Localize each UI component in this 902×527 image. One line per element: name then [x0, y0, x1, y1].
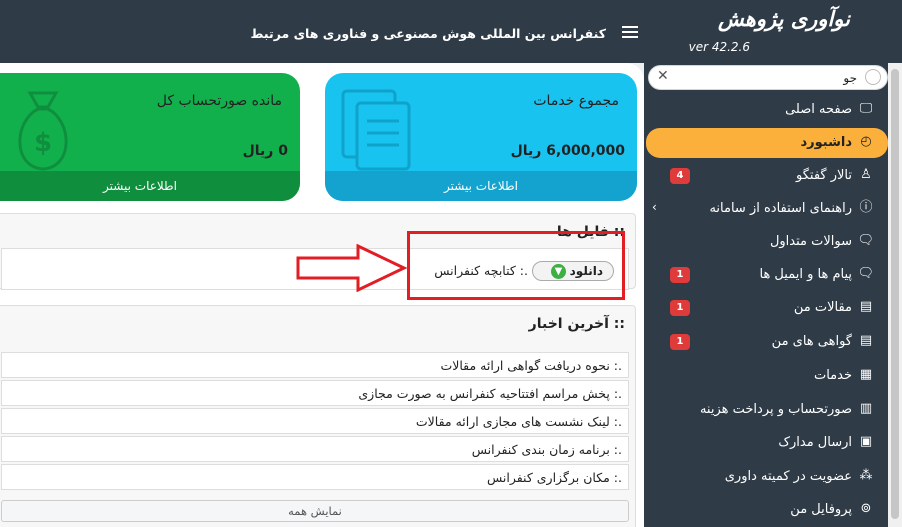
sidebar-item-label: صفحه اصلی: [785, 102, 852, 117]
top-bar: نوآوری پژوهش ver 42.2.6 کنفرانس بین المل…: [0, 0, 902, 63]
news-item-text[interactable]: .: مکان برگزاری کنفرانس: [487, 470, 622, 485]
arrow-annotation-icon: [296, 244, 408, 292]
sidebar-scrollbar[interactable]: [888, 63, 902, 527]
info-icon: ⓘ: [859, 200, 873, 215]
document-icon: ▤: [859, 299, 873, 314]
sidebar-item-label: راهنمای استفاده از سامانه: [709, 201, 852, 216]
news-item[interactable]: .: مکان برگزاری کنفرانس: [1, 464, 629, 490]
balance-title: مانده صورتحساب کل: [156, 93, 282, 109]
sidebar-item-services[interactable]: ▦ خدمات: [646, 361, 888, 391]
invoice-icon: ▥: [859, 401, 873, 416]
sidebar-item-label: خدمات: [813, 368, 852, 383]
sidebar-item-invoice[interactable]: ▥ صورتحساب و پرداخت هزینه: [646, 395, 888, 425]
balance-value: 0 ریال: [242, 143, 288, 159]
sidebar-item-committee[interactable]: ⁂ عضویت در کمیته داوری: [646, 462, 888, 492]
services-total-value: 6,000,000 ریال: [510, 143, 625, 159]
sidebar-item-label: داشبورد: [800, 135, 852, 150]
notification-badge: 1: [670, 300, 690, 316]
sidebar-search: ✕: [648, 65, 888, 90]
user-icon: ♙: [860, 167, 872, 182]
sidebar-item-label: عضویت در کمیته داوری: [724, 469, 852, 484]
sidebar-item-my-papers[interactable]: ▤ مقالات من 1: [646, 293, 888, 323]
sidebar-item-faq[interactable]: 🗨 سوالات متداول: [646, 227, 888, 257]
sidebar-item-certificates[interactable]: ▤ گواهی های من 1: [646, 327, 888, 357]
sidebar-item-messages[interactable]: 🗨 پیام ها و ایمیل ها 1: [646, 260, 888, 290]
balance-card: $ مانده صورتحساب کل 0 ریال اطلاعات بیشتر: [0, 73, 300, 201]
news-item-text[interactable]: .: پخش مراسم افتتاحیه کنفرانس به صورت مج…: [358, 386, 622, 401]
balance-more-info-link[interactable]: اطلاعات بیشتر: [0, 171, 300, 201]
notification-badge: 1: [670, 267, 690, 283]
dashboard-icon: ◴: [860, 134, 872, 149]
highlight-box: [407, 231, 625, 300]
services-total-card: مجموع خدمات 6,000,000 ریال اطلاعات بیشتر: [325, 73, 637, 201]
close-icon[interactable]: ✕: [657, 68, 669, 84]
upload-icon: ▣: [859, 434, 873, 449]
news-item[interactable]: .: برنامه زمان بندی کنفرانس: [1, 436, 629, 462]
documents-icon: [341, 89, 411, 171]
notification-badge: 4: [670, 168, 690, 184]
news-item[interactable]: .: پخش مراسم افتتاحیه کنفرانس به صورت مج…: [1, 380, 629, 406]
monitor-icon: 🖵: [859, 101, 873, 116]
show-all-button[interactable]: نمایش همه: [1, 500, 629, 522]
profile-icon: ⊚: [860, 501, 872, 516]
news-item-text[interactable]: .: لینک نشست های مجازی ارائه مقالات: [416, 414, 622, 429]
money-bag-icon: $: [18, 91, 68, 171]
services-icon: ▦: [859, 367, 873, 382]
sidebar-item-label: پیام ها و ایمیل ها: [759, 267, 852, 282]
sidebar-item-forum[interactable]: ♙ تالار گفتگو 4: [646, 161, 888, 191]
chat-icon: 🗨: [857, 233, 874, 248]
scrollbar-thumb[interactable]: [891, 69, 899, 519]
news-panel: :: آخرین اخبار .: نحوه دریافت گواهی ارائ…: [0, 305, 636, 527]
sidebar-item-home[interactable]: 🖵 صفحه اصلی: [646, 95, 888, 125]
sidebar-item-label: سوالات متداول: [769, 234, 852, 249]
news-item-text[interactable]: .: برنامه زمان بندی کنفرانس: [472, 442, 622, 457]
sidebar-item-label: صورتحساب و پرداخت هزینه: [699, 402, 852, 417]
news-item[interactable]: .: نحوه دریافت گواهی ارائه مقالات: [1, 352, 629, 378]
sidebar-item-profile[interactable]: ⊚ پروفایل من: [646, 495, 888, 525]
sidebar-item-dashboard[interactable]: ◴ داشبورد: [646, 128, 888, 158]
page-title: کنفرانس بین المللی هوش مصنوعی و فناوری ه…: [250, 26, 606, 41]
search-input[interactable]: [677, 69, 857, 87]
logo[interactable]: نوآوری پژوهش: [718, 6, 850, 31]
search-icon[interactable]: [865, 69, 881, 85]
sidebar-item-guide[interactable]: ⓘ راهنمای استفاده از سامانه ›: [646, 194, 888, 224]
version-label: ver 42.2.6: [688, 40, 750, 54]
sidebar-item-upload-documents[interactable]: ▣ ارسال مدارک: [646, 428, 888, 458]
sidebar-item-label: ارسال مدارک: [778, 435, 852, 450]
committee-icon: ⁂: [859, 468, 873, 483]
chevron-left-icon: ›: [652, 200, 657, 214]
sidebar-item-label: گواهی های من: [771, 334, 852, 349]
news-item[interactable]: .: لینک نشست های مجازی ارائه مقالات: [1, 408, 629, 434]
hamburger-menu-icon[interactable]: [622, 26, 638, 38]
services-total-title: مجموع خدمات: [533, 93, 619, 109]
sidebar-item-label: مقالات من: [793, 300, 852, 315]
svg-text:$: $: [34, 128, 52, 158]
sidebar-item-label: پروفایل من: [790, 502, 852, 517]
notification-badge: 1: [670, 334, 690, 350]
news-item-text[interactable]: .: نحوه دریافت گواهی ارائه مقالات: [440, 358, 622, 373]
services-more-info-link[interactable]: اطلاعات بیشتر: [325, 171, 637, 201]
certificate-icon: ▤: [859, 333, 873, 348]
sidebar: ✕ 🖵 صفحه اصلی ◴ داشبورد ♙ تالار گفتگو 4 …: [644, 63, 902, 527]
sidebar-item-label: تالار گفتگو: [796, 168, 852, 183]
message-icon: 🗨: [857, 266, 874, 281]
news-title: :: آخرین اخبار: [528, 316, 625, 332]
